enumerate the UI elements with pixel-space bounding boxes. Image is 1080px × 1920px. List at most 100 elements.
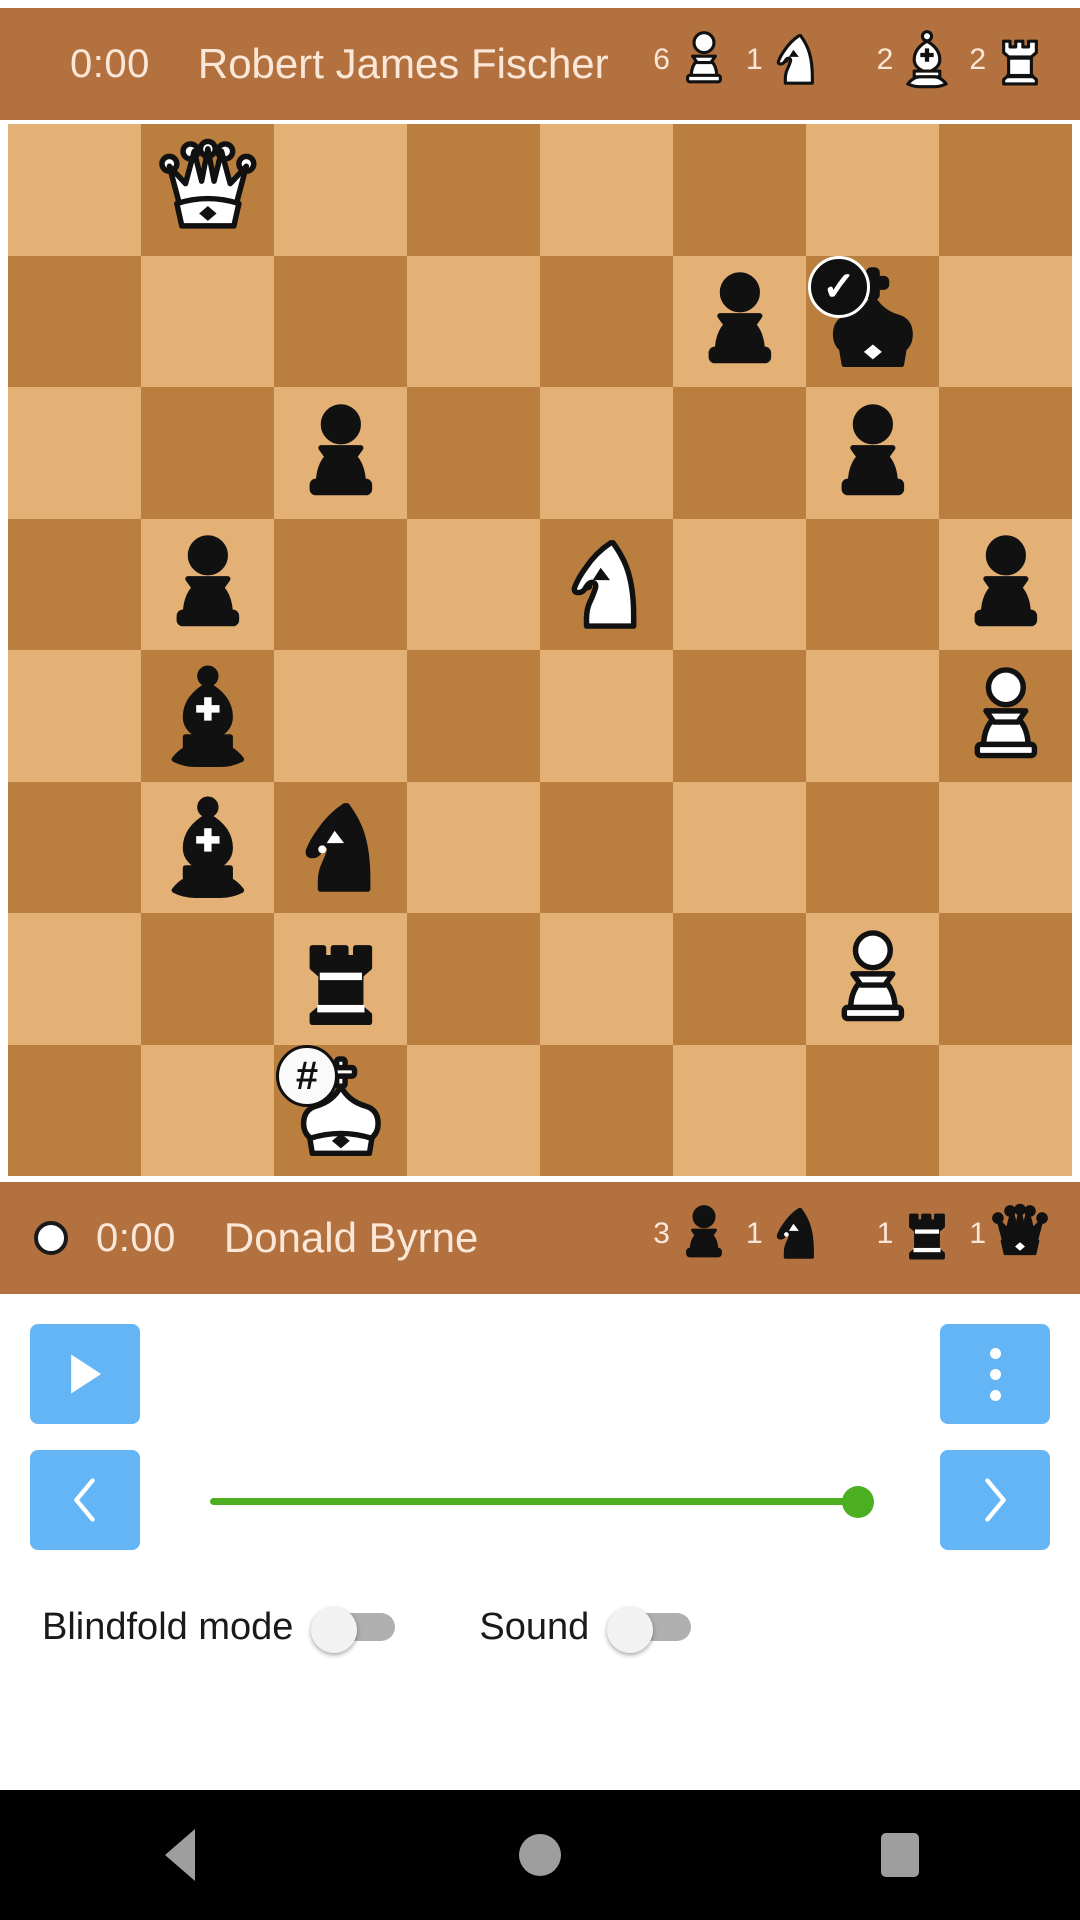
board-square-e3[interactable] — [540, 781, 673, 913]
piece-wP — [841, 930, 904, 1022]
switch-thumb — [607, 1607, 654, 1653]
board-square-g4[interactable] — [806, 650, 939, 782]
board-square-a4[interactable] — [8, 650, 141, 782]
board-square-e1[interactable] — [540, 1044, 673, 1176]
bottom-player-name: Donald Byrne — [223, 1214, 479, 1261]
board-square-c4[interactable] — [274, 650, 407, 782]
captured-black-queen-icon — [988, 1201, 1052, 1275]
board-square-f6[interactable] — [673, 387, 806, 519]
top-captured-pieces: 6 1 2 2 — [643, 8, 1052, 120]
board-square-d2[interactable] — [407, 913, 540, 1045]
bottom-player-clock: 0:00 — [96, 1215, 176, 1260]
board-square-c5[interactable] — [274, 518, 407, 650]
captured-count: 2 — [876, 43, 894, 76]
board-square-a3[interactable] — [8, 781, 141, 913]
blindfold-mode-label: Blindfold mode — [42, 1605, 294, 1648]
piece-bB — [171, 796, 244, 899]
board-square-h3[interactable] — [939, 781, 1072, 913]
move-slider[interactable] — [170, 1450, 910, 1550]
board-square-h6[interactable] — [939, 387, 1072, 519]
board-square-b6[interactable] — [141, 387, 274, 519]
board-square-b7[interactable] — [141, 255, 274, 387]
sound-setting[interactable]: Sound — [479, 1606, 693, 1653]
piece-bN — [776, 1207, 814, 1259]
play-button[interactable] — [30, 1324, 140, 1424]
board-square-e8[interactable] — [540, 124, 673, 256]
board-square-e6[interactable] — [540, 387, 673, 519]
board-square-e5[interactable] — [540, 518, 673, 650]
more-options-button[interactable] — [940, 1324, 1050, 1424]
board-square-g7[interactable]: ✓ — [806, 255, 939, 387]
board-square-c1[interactable]: # — [274, 1044, 407, 1176]
overflow-menu-icon — [989, 1347, 1001, 1401]
board-square-h8[interactable] — [939, 124, 1072, 256]
board-square-f3[interactable] — [673, 781, 806, 913]
nav-home-button[interactable] — [470, 1790, 610, 1920]
board-square-a7[interactable] — [8, 255, 141, 387]
board-square-f5[interactable] — [673, 518, 806, 650]
board-square-d6[interactable] — [407, 387, 540, 519]
board-square-h7[interactable] — [939, 255, 1072, 387]
board-square-d7[interactable] — [407, 255, 540, 387]
previous-move-button[interactable] — [30, 1450, 140, 1550]
board-square-b4[interactable] — [141, 650, 274, 782]
board-square-h1[interactable] — [939, 1044, 1072, 1176]
board-square-b2[interactable] — [141, 913, 274, 1045]
board-square-c6[interactable] — [274, 387, 407, 519]
checkmate-badge: # — [276, 1044, 338, 1107]
board-square-c2[interactable] — [274, 913, 407, 1045]
piece-bB — [171, 665, 244, 767]
blindfold-mode-switch[interactable] — [311, 1607, 397, 1653]
board-square-d1[interactable] — [407, 1044, 540, 1176]
board-square-e4[interactable] — [540, 650, 673, 782]
piece-bQ — [992, 1203, 1048, 1256]
board-square-f4[interactable] — [673, 650, 806, 782]
board-square-g1[interactable] — [806, 1044, 939, 1176]
move-slider-thumb[interactable] — [842, 1486, 874, 1518]
board-square-a1[interactable] — [8, 1044, 141, 1176]
board-square-d5[interactable] — [407, 518, 540, 650]
board-square-b3[interactable] — [141, 781, 274, 913]
board-square-c8[interactable] — [274, 124, 407, 256]
board-square-h5[interactable] — [939, 518, 1072, 650]
board-square-a5[interactable] — [8, 518, 141, 650]
board-square-b1[interactable] — [141, 1044, 274, 1176]
top-player-clock: 0:00 — [70, 41, 150, 86]
board-square-g6[interactable] — [806, 387, 939, 519]
chevron-right-icon — [985, 1478, 1006, 1522]
board-square-c3[interactable] — [274, 781, 407, 913]
board-square-d3[interactable] — [407, 781, 540, 913]
board-square-h4[interactable] — [939, 650, 1072, 782]
board-square-f2[interactable] — [673, 913, 806, 1045]
board-square-c7[interactable] — [274, 255, 407, 387]
captured-count: 2 — [969, 43, 986, 76]
board-square-a2[interactable] — [8, 913, 141, 1045]
nav-back-button[interactable] — [110, 1790, 250, 1920]
chess-board[interactable]: ✓ # — [8, 124, 1072, 1176]
board-square-g2[interactable] — [806, 913, 939, 1045]
nav-recents-button[interactable] — [830, 1790, 970, 1920]
board-square-e2[interactable] — [540, 913, 673, 1045]
captured-piece-group: 1 — [746, 1201, 829, 1275]
board-square-g5[interactable] — [806, 518, 939, 650]
board-square-e7[interactable] — [540, 255, 673, 387]
board-square-d4[interactable] — [407, 650, 540, 782]
next-move-button[interactable] — [940, 1450, 1050, 1550]
board-square-f1[interactable] — [673, 1044, 806, 1176]
board-square-a6[interactable] — [8, 387, 141, 519]
captured-piece-group: 3 — [653, 1201, 736, 1275]
board-square-d8[interactable] — [407, 124, 540, 256]
board-square-b8[interactable] — [141, 124, 274, 256]
board-square-g3[interactable] — [806, 781, 939, 913]
board-square-f8[interactable] — [673, 124, 806, 256]
board-square-h2[interactable] — [939, 913, 1072, 1045]
board-square-a8[interactable] — [8, 124, 141, 256]
board-square-f7[interactable] — [673, 255, 806, 387]
captured-piece-group: 2 — [877, 27, 960, 101]
bottom-player-bar: 0:00 Donald Byrne 3 1 1 1 — [0, 1182, 1080, 1294]
piece-bP — [309, 404, 372, 496]
board-square-b5[interactable] — [141, 518, 274, 650]
board-square-g8[interactable] — [806, 124, 939, 256]
blindfold-mode-setting[interactable]: Blindfold mode — [42, 1605, 397, 1653]
sound-switch[interactable] — [607, 1607, 693, 1653]
